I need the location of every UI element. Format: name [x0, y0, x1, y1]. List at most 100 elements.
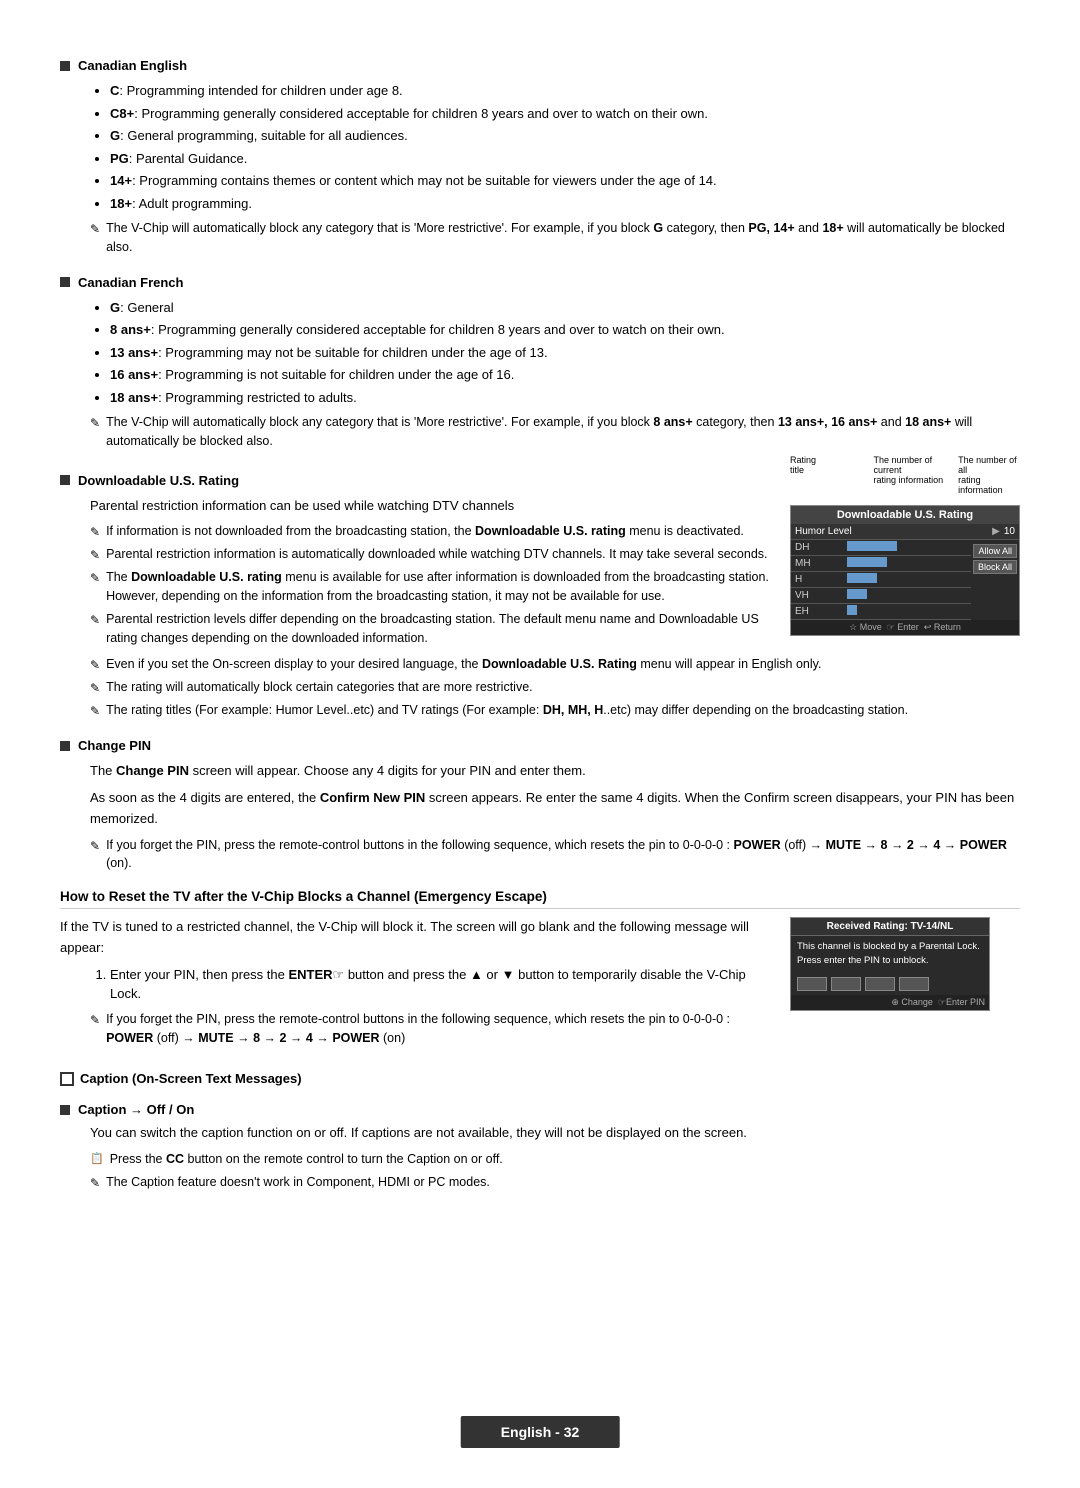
- widget-label-all: The number of allrating information: [958, 455, 1020, 495]
- note-text: The Caption feature doesn't work in Comp…: [106, 1173, 1020, 1192]
- tv-widget-buttons: Allow All Block All: [971, 540, 1019, 621]
- caption-title: Caption (On-Screen Text Messages): [80, 1071, 302, 1086]
- emergency-body: If the TV is tuned to a restricted chann…: [60, 917, 770, 959]
- rating-bar: [847, 589, 867, 599]
- tv-widget-arrow: ▶: [992, 526, 1000, 537]
- pin-input-3[interactable]: [865, 977, 895, 991]
- canadian-english-header: Canadian English: [60, 58, 1020, 73]
- downloadable-left: Downloadable U.S. Rating Parental restri…: [60, 455, 770, 652]
- block-all-button[interactable]: Block All: [973, 560, 1017, 574]
- table-row: H: [791, 572, 971, 588]
- list-item: C8+: Programming generally considered ac…: [110, 104, 1020, 124]
- downloadable-note-3: ✎ The Downloadable U.S. rating menu is a…: [90, 568, 770, 606]
- tv-widget-title: Downloadable U.S. Rating: [791, 506, 1019, 524]
- list-item: 18+: Adult programming.: [110, 194, 1020, 214]
- tv-widget-value: 10: [1004, 526, 1015, 537]
- downloadable-body: Parental restriction information can be …: [90, 496, 770, 517]
- note-icon: ✎: [90, 220, 100, 238]
- change-pin-title: Change PIN: [78, 738, 151, 753]
- list-item: 16 ans+: Programming is not suitable for…: [110, 365, 1020, 385]
- rating-bar-cell: [843, 572, 971, 588]
- rating-bar-cell: [843, 556, 971, 572]
- downloadable-header: Downloadable U.S. Rating: [60, 473, 770, 488]
- note-text: If you forget the PIN, press the remote-…: [106, 836, 1020, 874]
- rating-label: MH: [791, 556, 843, 572]
- change-pin-note: ✎ If you forget the PIN, press the remot…: [90, 836, 1020, 874]
- pin-input-2[interactable]: [831, 977, 861, 991]
- canadian-french-header: Canadian French: [60, 275, 1020, 290]
- change-pin-header: Change PIN: [60, 738, 1020, 753]
- table-row: MH: [791, 556, 971, 572]
- note-icon: ✎: [90, 702, 100, 720]
- caption-note-2: ✎ The Caption feature doesn't work in Co…: [90, 1173, 1020, 1192]
- caption-subsection-header: Caption → Off / On: [60, 1102, 1020, 1117]
- note-icon: ✎: [90, 1011, 100, 1029]
- emergency-widget-footer: ⊕ Change ☞Enter PIN: [791, 995, 989, 1010]
- list-item: 18 ans+: Programming restricted to adult…: [110, 388, 1020, 408]
- tv-widget-rows: DH MH H VH E: [791, 540, 971, 621]
- table-row: EH: [791, 604, 971, 620]
- note-icon: ✎: [90, 569, 100, 587]
- list-item: 13 ans+: Programming may not be suitable…: [110, 343, 1020, 363]
- note-text: Parental restriction information is auto…: [106, 545, 770, 564]
- note-text: The rating titles (For example: Humor Le…: [106, 701, 1020, 720]
- list-item: G: General programming, suitable for all…: [110, 126, 1020, 146]
- downloadable-section: Downloadable U.S. Rating Parental restri…: [60, 455, 1020, 652]
- emergency-note: ✎ If you forget the PIN, press the remot…: [90, 1010, 770, 1048]
- note-text: If you forget the PIN, press the remote-…: [106, 1010, 770, 1048]
- change-pin-body2: As soon as the 4 digits are entered, the…: [90, 788, 1020, 830]
- rating-bar-cell: [843, 604, 971, 620]
- note-text: The rating will automatically block cert…: [106, 678, 1020, 697]
- downloadable-note-7: ✎ The rating titles (For example: Humor …: [90, 701, 1020, 720]
- rating-bar-cell: [843, 540, 971, 556]
- canadian-french-bullets: G: General 8 ans+: Programming generally…: [110, 298, 1020, 408]
- emergency-steps: Enter your PIN, then press the ENTER☞ bu…: [110, 965, 770, 1004]
- section-bullet-icon: [60, 277, 70, 287]
- rating-bar: [847, 605, 857, 615]
- note-icon: ✎: [90, 837, 100, 855]
- rating-bar: [847, 557, 887, 567]
- page-footer: English - 32: [461, 1416, 620, 1448]
- emergency-left: If the TV is tuned to a restricted chann…: [60, 917, 770, 1051]
- table-row: DH: [791, 540, 971, 556]
- note-text: The V-Chip will automatically block any …: [106, 219, 1020, 257]
- downloadable-note-5: ✎ Even if you set the On-screen display …: [90, 655, 1020, 674]
- downloadable-note-6: ✎ The rating will automatically block ce…: [90, 678, 1020, 697]
- section-bullet-icon: [60, 61, 70, 71]
- pin-input-1[interactable]: [797, 977, 827, 991]
- canadian-french-title: Canadian French: [78, 275, 183, 290]
- list-item: G: General: [110, 298, 1020, 318]
- rating-bar: [847, 541, 897, 551]
- rating-bar-cell: [843, 588, 971, 604]
- emergency-section: How to Reset the TV after the V-Chip Blo…: [60, 889, 1020, 1051]
- list-item: Enter your PIN, then press the ENTER☞ bu…: [110, 965, 770, 1004]
- tv-widget-footer: ☆ Move ☞ Enter ↩ Return: [791, 620, 1019, 635]
- emergency-widget-body: This channel is blocked by a Parental Lo…: [791, 936, 989, 973]
- tv-widget-row-label: Humor Level: [795, 526, 992, 537]
- section-bullet-icon: [60, 741, 70, 751]
- note-text: Press the CC button on the remote contro…: [110, 1150, 1020, 1169]
- downloadable-title: Downloadable U.S. Rating: [78, 473, 239, 488]
- canadian-french-note: ✎ The V-Chip will automatically block an…: [90, 413, 1020, 451]
- note-icon: ✎: [90, 656, 100, 674]
- emergency-widget: Received Rating: TV-14/NL This channel i…: [790, 917, 1020, 1011]
- note-icon: ✎: [90, 523, 100, 541]
- caption-heading: Caption (On-Screen Text Messages): [60, 1071, 1020, 1086]
- caption-body: You can switch the caption function on o…: [90, 1123, 1020, 1144]
- allow-all-button[interactable]: Allow All: [973, 544, 1017, 558]
- downloadable-tv-screen: Downloadable U.S. Rating Humor Level ▶ 1…: [790, 505, 1020, 637]
- note-text: The V-Chip will automatically block any …: [106, 413, 1020, 451]
- caption-subsection-title: Caption → Off / On: [78, 1102, 194, 1117]
- downloadable-note-2: ✎ Parental restriction information is au…: [90, 545, 770, 564]
- emergency-title: How to Reset the TV after the V-Chip Blo…: [60, 889, 1020, 909]
- rating-label: VH: [791, 588, 843, 604]
- rating-label: DH: [791, 540, 843, 556]
- caption-note-1: 📋 Press the CC button on the remote cont…: [90, 1150, 1020, 1169]
- downloadable-widget: Rating title The number of currentrating…: [790, 455, 1020, 637]
- canadian-english-note: ✎ The V-Chip will automatically block an…: [90, 219, 1020, 257]
- checkbox-icon: [60, 1072, 74, 1086]
- note-text: If information is not downloaded from th…: [106, 522, 770, 541]
- pin-input-4[interactable]: [899, 977, 929, 991]
- emergency-tv-screen: Received Rating: TV-14/NL This channel i…: [790, 917, 990, 1011]
- note-icon: ✎: [90, 611, 100, 629]
